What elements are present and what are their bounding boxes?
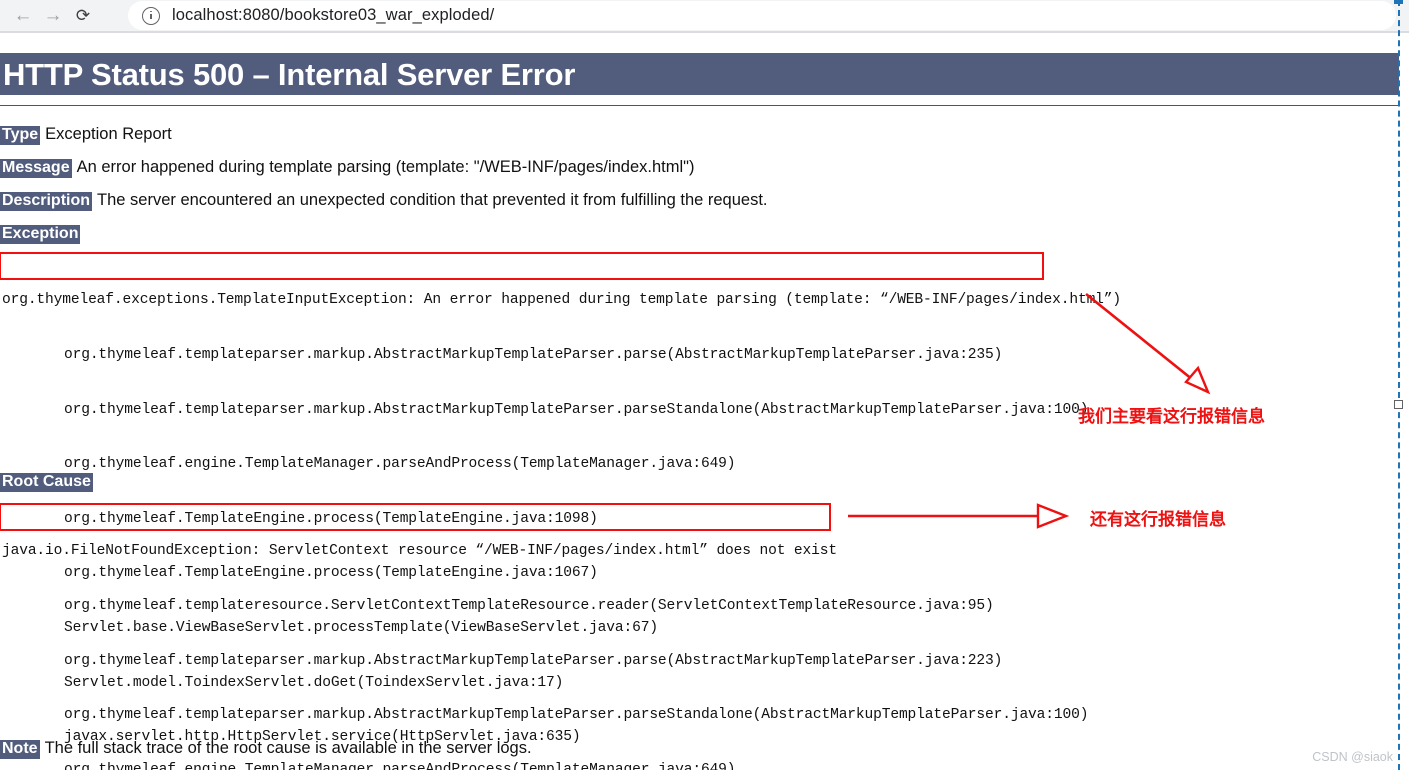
screenshot-root: ← → ⟳ localhost:8080/bookstore03_war_exp… <box>0 0 1409 770</box>
field-description-tag: Description <box>0 192 93 211</box>
forward-arrow-icon[interactable]: → <box>38 1 68 31</box>
annotation-label-1: 我们主要看这行报错信息 <box>1078 407 1265 426</box>
page-title: HTTP Status 500 – Internal Server Error <box>3 56 576 92</box>
error-page: HTTP Status 500 – Internal Server Error … <box>0 33 1409 770</box>
field-note-tag: Note <box>0 740 40 759</box>
field-message: Message An error happened during template… <box>0 159 695 178</box>
annotation-label-2: 还有这行报错信息 <box>1090 510 1226 529</box>
root-cause-heading-tag: Root Cause <box>0 473 93 492</box>
field-description: Description The server encountered an une… <box>0 192 768 211</box>
stack-frame: org.thymeleaf.templateparser.markup.Abst… <box>64 652 1003 669</box>
url-text[interactable]: localhost:8080/bookstore03_war_exploded/ <box>172 6 494 25</box>
stack-frame: org.thymeleaf.templateparser.markup.Abst… <box>64 401 1089 418</box>
info-circle-icon[interactable] <box>142 6 160 25</box>
exception-heading: Exception <box>0 225 81 244</box>
watermark: CSDN @siaok <box>1312 750 1393 764</box>
stack-frame: org.thymeleaf.templateparser.markup.Abst… <box>64 707 1089 724</box>
selection-top-tick <box>1394 0 1403 4</box>
field-type: Type Exception Report <box>0 126 172 145</box>
root-cause-stacktrace: java.io.FileNotFoundException: ServletCo… <box>2 506 1088 770</box>
field-message-value: An error happened during template parsin… <box>76 158 695 176</box>
field-note: Note The full stack trace of the root cau… <box>0 740 532 759</box>
stack-frame: org.thymeleaf.templateresource.ServletCo… <box>64 598 994 615</box>
field-type-tag: Type <box>0 126 41 145</box>
selection-marquee-line[interactable] <box>1398 0 1400 770</box>
field-description-value: The server encountered an unexpected con… <box>97 191 768 209</box>
stack-frame: org.thymeleaf.engine.TemplateManager.par… <box>64 456 736 473</box>
selection-resize-handle[interactable] <box>1394 400 1403 409</box>
stack-frame: org.thymeleaf.templateparser.markup.Abst… <box>64 347 1003 364</box>
banner-divider <box>0 105 1399 106</box>
browser-toolbar: ← → ⟳ localhost:8080/bookstore03_war_exp… <box>0 0 1409 31</box>
status-banner: HTTP Status 500 – Internal Server Error <box>0 53 1399 95</box>
field-type-value: Exception Report <box>45 125 172 143</box>
field-note-value: The full stack trace of the root cause i… <box>44 739 532 757</box>
root-cause-head-line: java.io.FileNotFoundException: ServletCo… <box>2 543 837 560</box>
stack-frame: org.thymeleaf.engine.TemplateManager.par… <box>64 761 736 770</box>
back-arrow-icon[interactable]: ← <box>8 1 38 31</box>
reload-icon[interactable]: ⟳ <box>68 1 98 31</box>
address-bar[interactable]: localhost:8080/bookstore03_war_exploded/ <box>128 1 1396 30</box>
exception-heading-tag: Exception <box>0 225 81 244</box>
field-message-tag: Message <box>0 159 72 178</box>
exception-head-line: org.thymeleaf.exceptions.TemplateInputEx… <box>2 292 1121 309</box>
root-cause-heading: Root Cause <box>0 473 93 492</box>
